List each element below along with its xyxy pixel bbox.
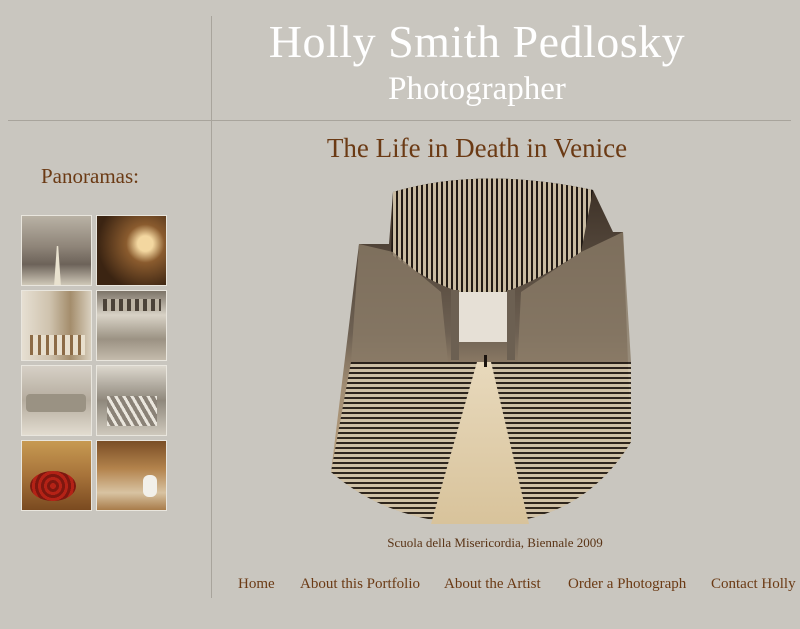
panorama-thumbnail[interactable] <box>96 215 167 286</box>
panorama-thumbnail[interactable] <box>96 365 167 436</box>
horizontal-divider <box>8 120 791 121</box>
panorama-thumbnail[interactable] <box>21 440 92 511</box>
panorama-thumbnail[interactable] <box>21 290 92 361</box>
site-title: Holly Smith Pedlosky <box>268 16 686 67</box>
panorama-image <box>331 178 631 524</box>
nav-about-portfolio-link[interactable]: About this Portfolio <box>300 575 420 593</box>
panorama-thumbnail[interactable] <box>96 290 167 361</box>
panorama-thumbnail[interactable] <box>21 215 92 286</box>
panorama-corridor <box>459 292 507 342</box>
gallery-title: The Life in Death in Venice <box>326 133 628 163</box>
footer-nav: Home About this Portfolio About the Arti… <box>0 575 800 595</box>
site-subtitle: Photographer <box>388 71 566 107</box>
photo-caption: Scuola della Misericordia, Biennale 2009 <box>387 535 603 550</box>
panorama-thumbnail[interactable] <box>21 365 92 436</box>
nav-home-link[interactable]: Home <box>238 575 275 593</box>
nav-contact-link[interactable]: Contact Holly <box>711 575 796 593</box>
panoramas-heading: Panoramas: <box>41 164 139 188</box>
nav-about-artist-link[interactable]: About the Artist <box>444 575 541 593</box>
nav-order-photograph-link[interactable]: Order a Photograph <box>568 575 686 593</box>
panorama-thumbnail[interactable] <box>96 440 167 511</box>
panorama-figure <box>484 355 487 367</box>
panorama-thumbnail-grid <box>21 215 171 511</box>
